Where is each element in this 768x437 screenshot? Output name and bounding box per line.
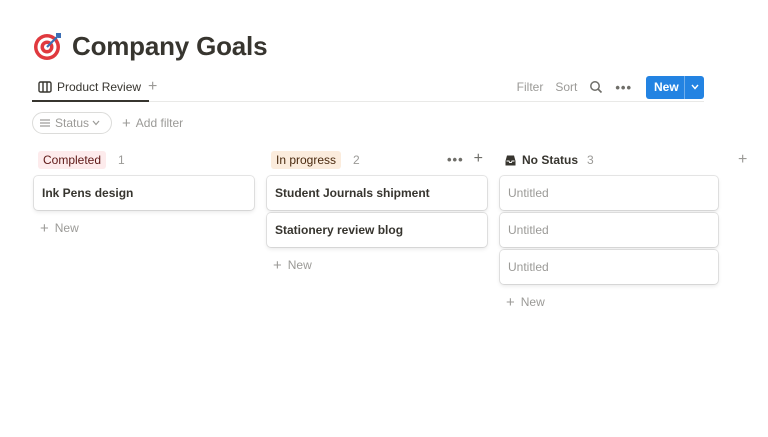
board-card[interactable]: Student Journals shipment xyxy=(267,176,487,210)
column-count: 1 xyxy=(118,153,125,167)
sort-button[interactable]: Sort xyxy=(555,80,577,94)
board-card[interactable]: Untitled xyxy=(500,176,718,210)
add-filter-button[interactable]: + Add filter xyxy=(122,116,183,131)
add-filter-label: Add filter xyxy=(135,116,184,130)
board-column-no-status: No Status 3 Untitled Untitled Untitled +… xyxy=(500,150,718,317)
more-icon[interactable]: ••• xyxy=(615,80,632,95)
more-icon[interactable]: ••• xyxy=(447,152,464,167)
new-card-button[interactable]: + New xyxy=(500,287,718,317)
page-header: Company Goals xyxy=(32,28,268,64)
board-view-icon xyxy=(38,81,52,93)
column-header: Completed 1 xyxy=(34,150,254,170)
tab-label: Product Review xyxy=(57,80,142,94)
new-button-label: New xyxy=(654,80,679,94)
board-card[interactable]: Ink Pens design xyxy=(34,176,254,210)
board-column-completed: Completed 1 Ink Pens design + New xyxy=(34,150,254,243)
chevron-down-icon[interactable] xyxy=(685,84,704,90)
column-header: In progress 2 ••• + xyxy=(267,150,487,170)
board-card[interactable]: Untitled xyxy=(500,213,718,247)
column-count: 2 xyxy=(353,153,360,167)
new-card-label: New xyxy=(287,258,312,272)
search-icon[interactable] xyxy=(589,80,603,94)
status-tag[interactable]: Completed xyxy=(38,151,107,169)
column-actions: ••• + xyxy=(447,151,483,167)
new-card-button[interactable]: + New xyxy=(34,213,254,243)
board-card[interactable]: Untitled xyxy=(500,250,718,284)
status-filter-pill[interactable]: Status xyxy=(32,112,113,134)
board-column-in-progress: In progress 2 ••• + Student Journals shi… xyxy=(267,150,487,280)
chevron-down-icon xyxy=(92,120,100,126)
plus-icon: + xyxy=(273,256,282,274)
list-icon xyxy=(40,119,50,127)
plus-icon: + xyxy=(122,114,131,132)
board-card[interactable]: Stationery review blog xyxy=(267,213,487,247)
new-card-button[interactable]: + New xyxy=(267,250,487,280)
plus-icon: + xyxy=(40,219,49,237)
plus-icon[interactable]: + xyxy=(474,151,483,167)
add-view-button[interactable]: + xyxy=(148,78,157,96)
status-tag[interactable]: In progress xyxy=(271,151,342,169)
target-icon[interactable] xyxy=(32,30,64,62)
filter-button[interactable]: Filter xyxy=(517,80,544,94)
toolbar: Filter Sort ••• New xyxy=(517,75,704,99)
new-card-label: New xyxy=(54,221,79,235)
inbox-icon xyxy=(505,155,516,165)
add-group-button[interactable]: + xyxy=(738,151,747,169)
filter-bar: Status + Add filter xyxy=(32,112,183,134)
plus-icon: + xyxy=(506,293,515,311)
column-count: 3 xyxy=(587,153,594,167)
status-tag[interactable]: No Status xyxy=(522,153,578,167)
new-button[interactable]: New xyxy=(646,75,704,99)
column-header: No Status 3 xyxy=(500,150,718,170)
status-filter-label: Status xyxy=(55,116,90,130)
tab-product-review[interactable]: Product Review xyxy=(32,74,150,102)
page-title: Company Goals xyxy=(72,30,268,61)
view-bar: Product Review + Filter Sort ••• New xyxy=(32,74,704,102)
new-card-label: New xyxy=(520,295,545,309)
